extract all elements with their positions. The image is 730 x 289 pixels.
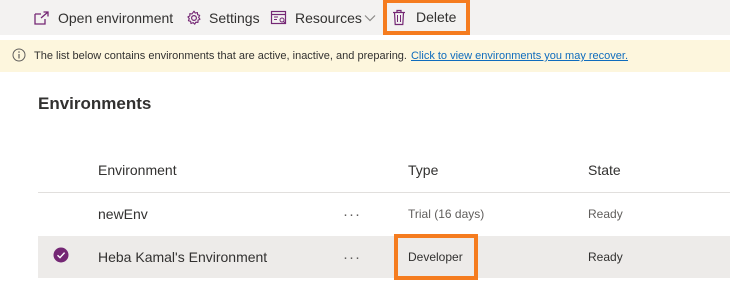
page-title: Environments [38, 94, 152, 113]
settings-label: Settings [209, 9, 260, 26]
resources-label: Resources [295, 9, 362, 26]
trash-icon [392, 9, 416, 26]
chevron-down-icon [364, 14, 376, 22]
open-environment-label: Open environment [58, 9, 174, 26]
banner-message: The list below contains environments tha… [34, 50, 407, 62]
info-icon [12, 48, 26, 65]
resources-dropdown-toggle[interactable] [363, 0, 377, 35]
recover-environments-link[interactable]: Click to view environments you may recov… [411, 50, 628, 62]
open-in-new-icon [33, 10, 58, 26]
environment-name[interactable]: newEnv [98, 193, 148, 235]
environment-type: Trial (16 days) [408, 207, 485, 221]
more-actions-button[interactable]: ··· [343, 236, 361, 278]
checkmark-circle-icon [53, 247, 69, 268]
environment-type: Developer [394, 234, 478, 280]
environment-name[interactable]: Heba Kamal's Environment [98, 236, 267, 278]
column-header-type[interactable]: Type [408, 162, 438, 178]
environment-state: Ready [588, 207, 623, 221]
resources-icon [270, 10, 295, 26]
info-banner: The list below contains environments tha… [0, 40, 730, 72]
table-row-selected[interactable]: Heba Kamal's Environment ··· Developer R… [38, 234, 730, 280]
command-bar: Open environment Settings Resources Dele… [0, 0, 730, 35]
delete-label: Delete [416, 9, 457, 25]
row-select-checkbox[interactable] [53, 236, 69, 278]
settings-button[interactable]: Settings [186, 0, 260, 35]
resources-button[interactable]: Resources [270, 0, 362, 35]
table-row[interactable]: newEnv ··· Trial (16 days) Ready [38, 193, 730, 235]
column-header-state[interactable]: State [588, 162, 621, 178]
delete-button[interactable]: Delete [383, 0, 470, 35]
open-environment-button[interactable]: Open environment [33, 0, 173, 35]
environment-state: Ready [588, 250, 623, 264]
more-actions-button[interactable]: ··· [343, 193, 361, 235]
gear-icon [186, 10, 209, 26]
column-header-environment[interactable]: Environment [98, 162, 177, 178]
